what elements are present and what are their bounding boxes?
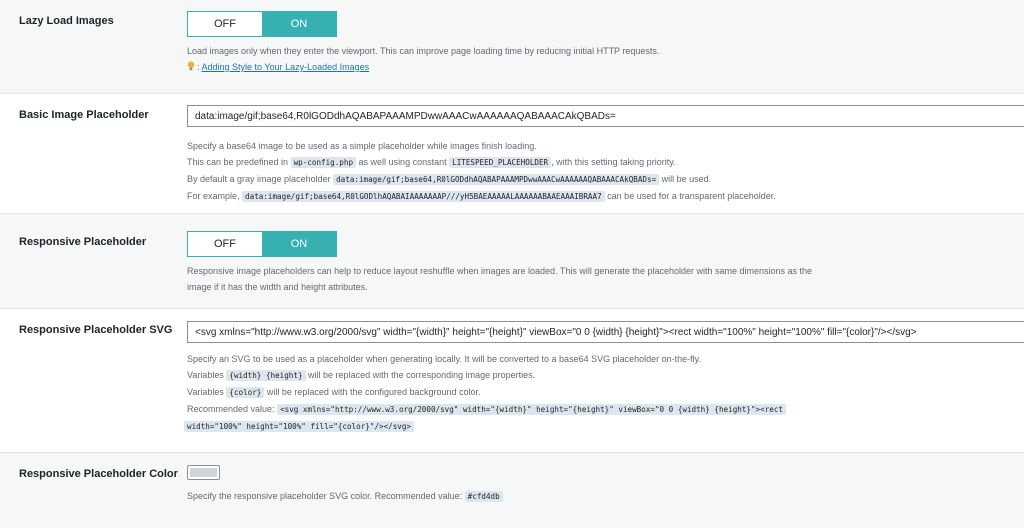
transparent-placeholder-code: data:image/gif;base64,R0lGODlhAQABAIAAAA… [242, 191, 605, 202]
litespeed-placeholder-code: LITESPEED_PLACEHOLDER [449, 157, 552, 168]
placeholder-color-description: Specify the responsive placeholder SVG c… [187, 488, 1024, 505]
responsive-placeholder-on-option[interactable]: ON [262, 232, 336, 256]
responsive-placeholder-row: Responsive Placeholder OFF ON Responsive… [0, 214, 1024, 309]
color-variable-code: {color} [226, 387, 265, 398]
placeholder-svg-desc-line4: Recommended value: <svg xmlns="http://ww… [187, 401, 1024, 418]
wp-config-code: wp-config.php [290, 157, 357, 168]
basic-placeholder-desc-line3: By default a gray image placeholder data… [187, 174, 712, 185]
responsive-placeholder-svg-row: Responsive Placeholder SVG <svg xmlns="h… [0, 309, 1024, 453]
lazy-load-description: Load images only when they enter the vie… [187, 46, 660, 56]
basic-image-placeholder-label: Basic Image Placeholder [19, 109, 149, 121]
lazy-load-images-row: Lazy Load Images OFF ON Load images only… [0, 0, 1024, 94]
recommended-svg-code-part2: width="100%" height="100%" fill="{color}… [184, 421, 415, 432]
responsive-placeholder-off-option[interactable]: OFF [188, 232, 262, 256]
responsive-placeholder-svg-label: Responsive Placeholder SVG [19, 324, 173, 336]
default-placeholder-code: data:image/gif;base64,R0lGODdhAQABAPAAAM… [333, 174, 660, 185]
responsive-placeholder-toggle[interactable]: OFF ON [187, 231, 337, 257]
basic-placeholder-desc-line1: Specify a base64 image to be used as a s… [187, 141, 537, 151]
lazy-load-off-option[interactable]: OFF [188, 12, 262, 36]
lazy-load-on-option[interactable]: ON [262, 12, 336, 36]
placeholder-svg-desc-line3: Variables {color} will be replaced with … [187, 387, 481, 398]
basic-placeholder-desc-line2: This can be predefined in wp-config.php … [187, 157, 676, 168]
lightbulb-icon [187, 61, 195, 71]
width-height-variables-code: {width} {height} [226, 370, 306, 381]
placeholder-svg-desc-line5: width="100%" height="100%" fill="{color}… [184, 418, 1024, 435]
lazy-load-toggle[interactable]: OFF ON [187, 11, 337, 37]
basic-placeholder-input[interactable]: data:image/gif;base64,R0lGODdhAQABAPAAAM… [187, 105, 1024, 127]
recommended-svg-code-part1: <svg xmlns="http://www.w3.org/2000/svg" … [277, 404, 786, 415]
basic-placeholder-desc-line4: For example, data:image/gif;base64,R0lGO… [187, 191, 776, 202]
color-picker-swatch[interactable] [187, 465, 220, 480]
placeholder-svg-input[interactable]: <svg xmlns="http://www.w3.org/2000/svg" … [187, 321, 1024, 343]
responsive-placeholder-desc-line2: image if it has the width and height att… [187, 282, 368, 292]
basic-image-placeholder-row: Basic Image Placeholder data:image/gif;b… [0, 94, 1024, 214]
responsive-placeholder-label: Responsive Placeholder [19, 236, 147, 248]
lazy-load-style-link[interactable]: Adding Style to Your Lazy-Loaded Images [202, 62, 370, 72]
responsive-placeholder-desc-line1: Responsive image placeholders can help t… [187, 266, 813, 276]
recommended-color-code: #cfd4db [464, 491, 503, 502]
color-swatch-fill [190, 468, 217, 477]
responsive-placeholder-color-label: Responsive Placeholder Color [19, 468, 178, 480]
placeholder-svg-desc-line2: Variables {width} {height} will be repla… [187, 370, 536, 381]
responsive-placeholder-color-row: Responsive Placeholder Color Specify the… [0, 453, 1024, 528]
lazy-load-images-label: Lazy Load Images [19, 15, 114, 27]
placeholder-svg-desc-line1: Specify an SVG to be used as a placehold… [187, 354, 701, 364]
